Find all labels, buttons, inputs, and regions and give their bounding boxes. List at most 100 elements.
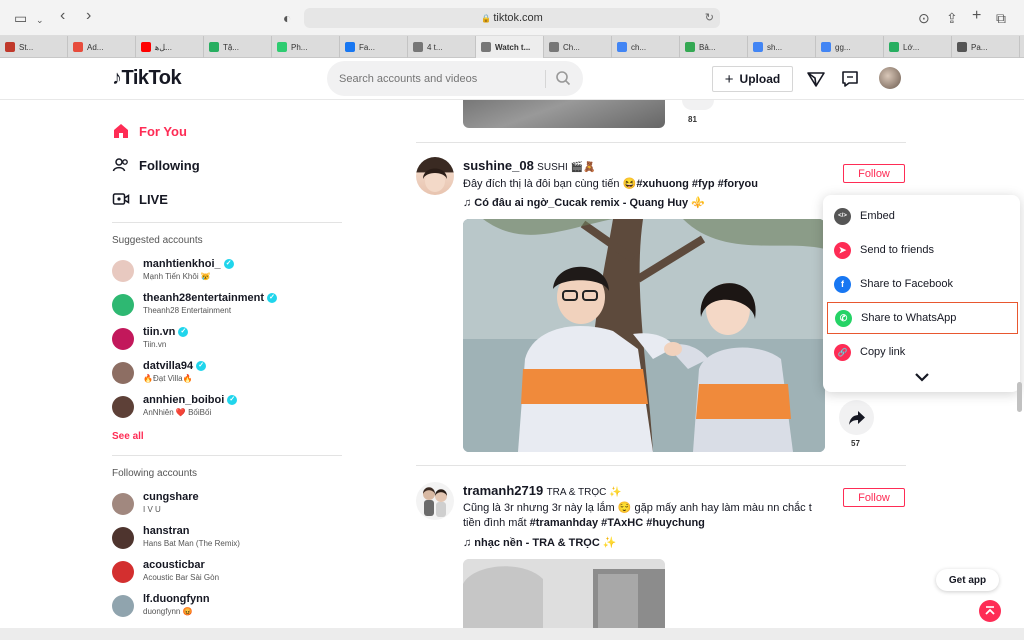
feed-divider — [416, 142, 906, 143]
embed-icon: </> — [834, 207, 851, 225]
follow-button[interactable]: Follow — [843, 164, 905, 183]
favicon-icon — [549, 42, 559, 52]
arrow-up-icon — [985, 606, 995, 615]
live-icon — [112, 193, 130, 205]
address-bar[interactable]: 🔒 tiktok.com ↻ — [304, 8, 720, 28]
post-author-avatar[interactable] — [416, 157, 454, 195]
browser-tab[interactable]: Ph... — [272, 36, 340, 58]
send-icon: ➤ — [834, 241, 851, 259]
caption-hashtags[interactable]: #xuhuong #fyp #foryou — [636, 178, 758, 190]
avatar — [112, 294, 134, 316]
scroll-to-top-button[interactable] — [979, 600, 1001, 622]
following-account[interactable]: lf.duongfynn duongfynn 😡 — [112, 593, 342, 623]
share-option-send[interactable]: ➤ Send to friends — [827, 234, 1018, 266]
following-account[interactable]: hanstran Hans Bat Man (The Remix) — [112, 525, 342, 555]
favicon-icon — [345, 42, 355, 52]
nav-for-you[interactable]: For You — [112, 122, 187, 140]
get-app-button[interactable]: Get app — [936, 569, 999, 591]
post-caption-line2: tiền đình mất #tramanhday #TAxHC #huychu… — [463, 516, 705, 531]
favicon-icon — [277, 42, 287, 52]
chevron-down-icon[interactable]: ⌄ — [36, 11, 44, 29]
nav-live[interactable]: LIVE — [112, 190, 168, 208]
caption-hashtags[interactable]: #tramanhday #TAxHC #huychung — [530, 517, 705, 529]
reload-icon[interactable]: ↻ — [705, 8, 714, 28]
suggested-account[interactable]: theanh28entertainment ✓ Theanh28 Entertain… — [112, 292, 342, 322]
sidebar-toggle-icon[interactable]: ▭ — [14, 9, 27, 27]
following-account[interactable]: acousticbar Acoustic Bar Sài Gòn — [112, 559, 342, 589]
browser-tab[interactable]: Pa... — [952, 36, 1020, 58]
suggested-account[interactable]: datvilla94 ✓ 🔥Đạt Villa🔥 — [112, 360, 342, 390]
account-username-text: datvilla94 — [143, 360, 194, 372]
browser-tab[interactable]: St... — [0, 36, 68, 58]
account-nickname: Hans Bat Man (The Remix) — [143, 539, 240, 548]
video-player[interactable] — [463, 219, 825, 452]
browser-tab[interactable]: ch... — [612, 36, 680, 58]
browser-tab[interactable]: Watch t... — [476, 36, 544, 58]
tiktok-logo[interactable]: ♪TikTok — [112, 67, 182, 90]
account-username-text: lf.duongfynn — [143, 593, 210, 605]
caption-text: tiền đình mất — [463, 517, 530, 529]
favicon-icon — [5, 42, 15, 52]
browser-tab[interactable]: Fa... — [340, 36, 408, 58]
avatar — [112, 527, 134, 549]
search-icon[interactable] — [555, 70, 571, 86]
new-tab-icon[interactable]: + — [972, 7, 981, 25]
suggested-account[interactable]: annhien_boiboi ✓ AnNhiên ❤️ BốiBối — [112, 394, 342, 424]
share-button[interactable] — [839, 400, 874, 435]
browser-tab[interactable]: Bả... — [680, 36, 748, 58]
browser-tab[interactable]: Ch... — [544, 36, 612, 58]
back-icon[interactable]: ‹ — [60, 7, 65, 25]
follow-button[interactable]: Follow — [843, 488, 905, 507]
see-all-link[interactable]: See all — [112, 431, 144, 442]
account-username: hanstran — [143, 525, 189, 537]
post-music[interactable]: ♫ nhạc nền - TRA & TRỌC ✨ — [463, 536, 617, 549]
share-option-embed[interactable]: </> Embed — [827, 200, 1018, 232]
feed-divider — [416, 465, 906, 466]
browser-tab[interactable]: 4 t... — [408, 36, 476, 58]
share-option-whatsapp[interactable]: ✆ Share to WhatsApp — [827, 302, 1018, 334]
browser-tab[interactable]: sh... — [748, 36, 816, 58]
share-option-facebook[interactable]: f Share to Facebook — [827, 268, 1018, 300]
previous-video-thumbnail[interactable] — [463, 100, 665, 128]
account-username: lf.duongfynn — [143, 593, 210, 605]
share-menu: </> Embed ➤ Send to friends f Share to Facebo… — [823, 195, 1020, 392]
browser-tab[interactable]: Lớ... — [884, 36, 952, 58]
tab-overview-icon[interactable]: ⧉ — [996, 9, 1006, 27]
post-author-avatar[interactable] — [416, 482, 454, 520]
favicon-icon — [889, 42, 899, 52]
post-author[interactable]: tramanh2719 TRA & TRỌC ✨ — [463, 483, 622, 498]
post-music[interactable]: ♫ Có đâu ai ngờ_Cucak remix - Quang Huy … — [463, 196, 705, 209]
messages-icon[interactable] — [840, 69, 860, 89]
following-account[interactable]: cungshare I V U — [112, 491, 342, 521]
downloads-icon[interactable]: ⊙ — [918, 9, 930, 27]
privacy-shield-icon[interactable]: ◐ — [283, 9, 291, 27]
account-username: theanh28entertainment ✓ — [143, 292, 278, 304]
suggested-account[interactable]: manhtienkhoi_ ✓ Mạnh Tiến Khôi 😿 — [112, 258, 342, 288]
avatar — [112, 493, 134, 515]
nav-following[interactable]: Following — [112, 156, 200, 174]
previous-action-button[interactable] — [682, 100, 714, 110]
url-text: tiktok.com — [493, 12, 543, 24]
chevron-down-icon[interactable] — [912, 370, 932, 384]
forward-icon[interactable]: › — [86, 7, 91, 25]
suggested-account[interactable]: tiin.vn ✓ Tiin.vn — [112, 326, 342, 356]
post-caption: Đây đích thị là đôi bạn cùng tiến 😆#xuhu… — [463, 177, 758, 192]
browser-tab[interactable]: gg... — [816, 36, 884, 58]
site-header: ♪TikTok + Upload — [0, 58, 1024, 100]
share-icon[interactable]: ⇪ — [946, 9, 958, 27]
profile-avatar[interactable] — [879, 67, 901, 89]
page-scrollbar[interactable] — [1017, 382, 1022, 412]
post-author[interactable]: sushine_08 SUSHI 🎬🧸 — [463, 158, 595, 173]
plus-icon: + — [724, 70, 734, 88]
account-username-text: theanh28entertainment — [143, 292, 265, 304]
upload-button[interactable]: + Upload — [712, 66, 793, 92]
account-username-text: acousticbar — [143, 559, 205, 571]
browser-tab[interactable]: ﻞﻫ... — [136, 36, 204, 58]
browser-tab[interactable]: Ad... — [68, 36, 136, 58]
inbox-send-icon[interactable] — [806, 69, 826, 89]
share-option-link[interactable]: 🔗 Copy link — [827, 336, 1018, 368]
verified-badge-icon: ✓ — [267, 293, 278, 304]
account-username: cungshare — [143, 491, 199, 503]
browser-tab[interactable]: Tậ... — [204, 36, 272, 58]
search-input[interactable] — [339, 61, 549, 96]
